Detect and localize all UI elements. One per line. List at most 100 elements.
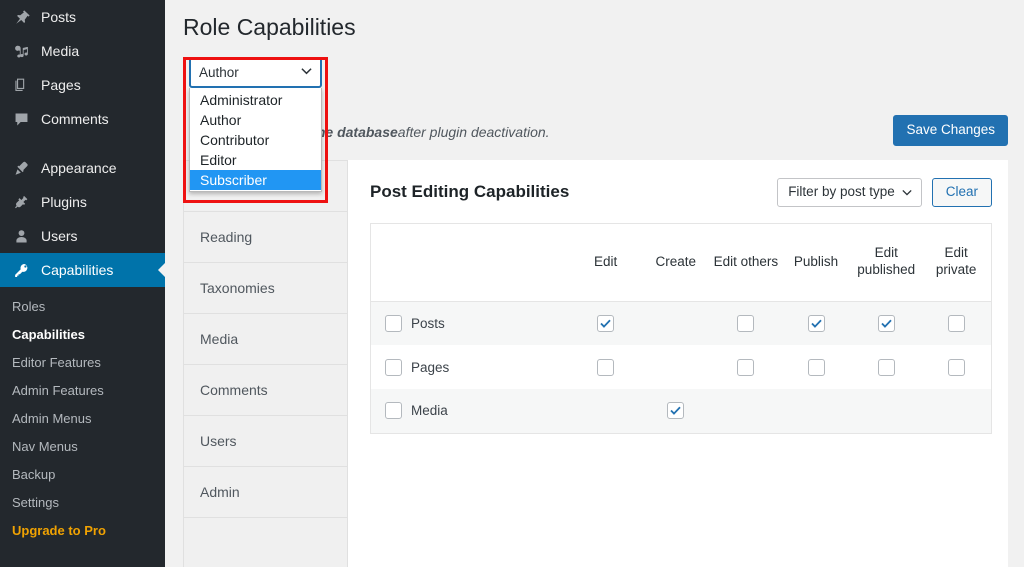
cell-pages-edit-others — [711, 345, 781, 389]
cell-media-edit-others — [711, 389, 781, 433]
submenu-item-roles[interactable]: Roles — [0, 293, 165, 321]
table-head: Edit Create Edit others Publish Edit pub… — [371, 223, 992, 301]
cell-media-edit-published — [851, 389, 921, 433]
role-option-subscriber[interactable]: Subscriber — [190, 170, 321, 190]
plug-icon — [10, 192, 32, 212]
paintbrush-icon — [10, 158, 32, 178]
cell-media-publish — [781, 389, 851, 433]
submenu-item-upgrade-to-pro[interactable]: Upgrade to Pro — [0, 517, 165, 545]
sidebar-item-users[interactable]: Users — [0, 219, 165, 253]
role-option-contributor[interactable]: Contributor — [190, 130, 321, 150]
capability-checkbox[interactable] — [808, 359, 825, 376]
sidebar-item-capabilities[interactable]: Capabilities — [0, 253, 165, 287]
capability-checkbox[interactable] — [948, 315, 965, 332]
column-header-edit: Edit — [571, 223, 641, 301]
sidebar-item-appearance[interactable]: Appearance — [0, 151, 165, 185]
sidebar-item-media[interactable]: Media — [0, 34, 165, 68]
row-select-checkbox[interactable] — [385, 315, 402, 332]
cell-pages-edit-private — [921, 345, 991, 389]
role-select[interactable]: Author — [189, 57, 322, 88]
tab-comments[interactable]: Comments — [184, 365, 347, 416]
pin-icon — [10, 7, 32, 27]
cell-pages-create — [641, 345, 711, 389]
row-name-cell-media: Media — [371, 389, 571, 433]
capability-checkbox[interactable] — [808, 315, 825, 332]
capability-checkbox[interactable] — [737, 315, 754, 332]
row-select-checkbox[interactable] — [385, 402, 402, 419]
capabilities-submenu: Roles Capabilities Editor Features Admin… — [0, 287, 165, 545]
tab-panel-content: Post Editing Capabilities Filter by post… — [348, 160, 1008, 567]
sidebar-item-label: Media — [41, 43, 79, 59]
column-header-edit-published: Edit published — [851, 223, 921, 301]
row-name-label: Pages — [411, 360, 449, 375]
sidebar-item-label: Posts — [41, 9, 76, 25]
column-header-create: Create — [641, 223, 711, 301]
capability-checkbox[interactable] — [948, 359, 965, 376]
capability-checkbox[interactable] — [597, 359, 614, 376]
submenu-item-nav-menus[interactable]: Nav Menus — [0, 433, 165, 461]
capabilities-table: Edit Create Edit others Publish Edit pub… — [370, 223, 992, 434]
tab-label: Comments — [200, 382, 268, 398]
submenu-item-capabilities[interactable]: Capabilities — [0, 321, 165, 349]
pane-header: Post Editing Capabilities Filter by post… — [370, 178, 992, 207]
cell-media-edit-private — [921, 389, 991, 433]
role-select-options[interactable]: Administrator Author Contributor Editor … — [189, 88, 322, 192]
filter-select-label: Filter by post type — [788, 185, 895, 199]
tab-admin[interactable]: Admin — [184, 467, 347, 518]
column-header-edit-others: Edit others — [711, 223, 781, 301]
row-name-cell-pages: Pages — [371, 345, 571, 389]
submenu-item-settings[interactable]: Settings — [0, 489, 165, 517]
capability-checkbox[interactable] — [878, 315, 895, 332]
pane-title: Post Editing Capabilities — [370, 182, 777, 202]
submenu-item-admin-features[interactable]: Admin Features — [0, 377, 165, 405]
tab-media[interactable]: Media — [184, 314, 347, 365]
role-selector-region: Author Administrator Author Contributor … — [183, 57, 1008, 91]
submenu-item-editor-features[interactable]: Editor Features — [0, 349, 165, 377]
role-option-administrator[interactable]: Administrator — [190, 90, 321, 110]
column-header-edit-private: Edit private — [921, 223, 991, 301]
row-select-checkbox[interactable] — [385, 359, 402, 376]
cell-pages-edit-published — [851, 345, 921, 389]
role-option-editor[interactable]: Editor — [190, 150, 321, 170]
capability-checkbox[interactable] — [737, 359, 754, 376]
tab-reading[interactable]: Reading — [184, 212, 347, 263]
role-option-author[interactable]: Author — [190, 110, 321, 130]
sidebar-item-comments[interactable]: Comments — [0, 102, 165, 136]
tab-label: Admin — [200, 484, 240, 500]
main-content: Role Capabilities Your chanremain in the… — [165, 0, 1024, 567]
comment-icon — [10, 109, 32, 129]
sidebar-item-label: Appearance — [41, 160, 117, 176]
sidebar-item-label: Capabilities — [41, 262, 113, 278]
sidebar-item-label: Users — [41, 228, 78, 244]
column-header-name — [371, 223, 571, 301]
table-body: Posts — [371, 301, 992, 433]
submenu-item-admin-menus[interactable]: Admin Menus — [0, 405, 165, 433]
capability-checkbox[interactable] — [878, 359, 895, 376]
cell-posts-publish — [781, 301, 851, 345]
row-name-label: Posts — [411, 316, 445, 331]
sidebar-item-pages[interactable]: Pages — [0, 68, 165, 102]
tab-label: Users — [200, 433, 237, 449]
sidebar-item-plugins[interactable]: Plugins — [0, 185, 165, 219]
tab-label: Media — [200, 331, 238, 347]
capability-checkbox[interactable] — [667, 402, 684, 419]
role-select-value: Author — [199, 65, 301, 80]
pages-icon — [10, 75, 32, 95]
cell-posts-edit-others — [711, 301, 781, 345]
chevron-down-icon — [902, 185, 912, 199]
sidebar-item-posts[interactable]: Posts — [0, 0, 165, 34]
filter-by-post-type-select[interactable]: Filter by post type — [777, 178, 922, 207]
tab-taxonomies[interactable]: Taxonomies — [184, 263, 347, 314]
table-row: Posts — [371, 301, 992, 345]
key-icon — [10, 260, 32, 280]
cell-media-create — [641, 389, 711, 433]
cell-posts-edit-published — [851, 301, 921, 345]
table-row: Media — [371, 389, 992, 433]
capability-checkbox[interactable] — [597, 315, 614, 332]
row-name-cell-posts: Posts — [371, 301, 571, 345]
table-header-row: Edit Create Edit others Publish Edit pub… — [371, 223, 992, 301]
clear-filter-button[interactable]: Clear — [932, 178, 992, 207]
tab-users[interactable]: Users — [184, 416, 347, 467]
submenu-item-backup[interactable]: Backup — [0, 461, 165, 489]
column-header-publish: Publish — [781, 223, 851, 301]
